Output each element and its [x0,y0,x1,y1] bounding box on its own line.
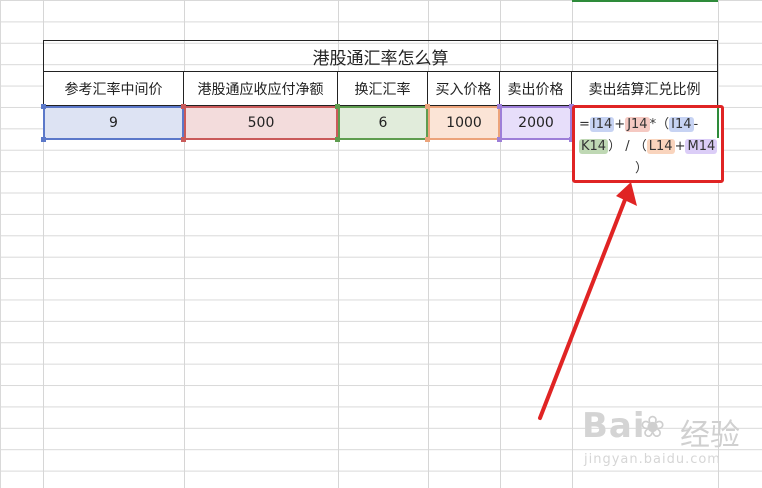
arrow-head [616,182,637,206]
annotation-arrow [538,182,637,420]
arrow-line [538,190,630,420]
